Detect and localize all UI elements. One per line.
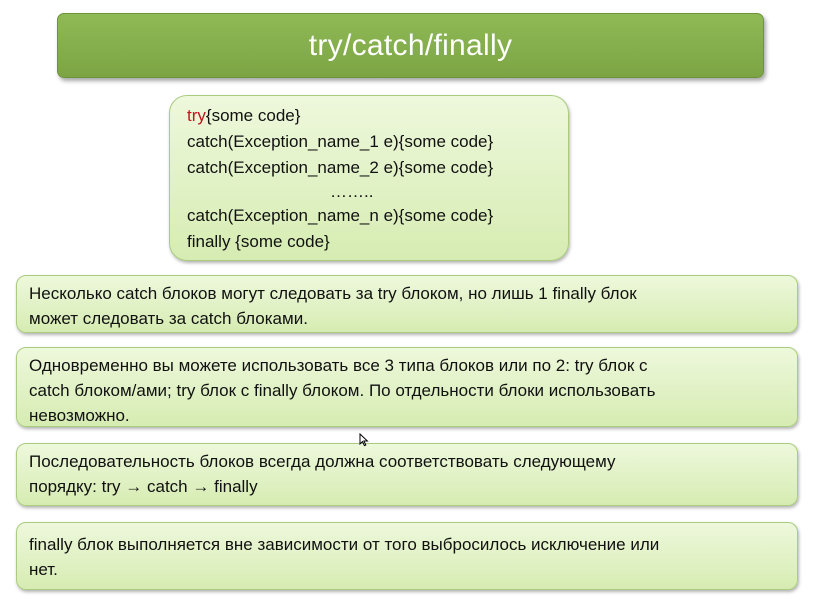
order-finally: finally: [214, 477, 258, 496]
note-line: Одновременно вы можете использовать все …: [29, 356, 648, 375]
arrow-right-icon: →: [125, 477, 143, 496]
title-banner: try/catch/finally: [57, 13, 764, 78]
code-line-try: try{some code}: [187, 103, 568, 129]
note-line: нет.: [29, 560, 58, 579]
note-line: может следовать за catch блоками.: [29, 309, 308, 328]
note-line: catch блоком/ами; try блок с finally бло…: [29, 381, 656, 400]
note-line: Несколько catch блоков могут следовать з…: [29, 284, 637, 303]
order-label: порядку:: [29, 477, 97, 496]
note-box-multiple-catch: Несколько catch блоков могут следовать з…: [16, 275, 798, 333]
code-line-catch-n: catch(Exception_name_n e){some code}: [187, 206, 494, 225]
note-box-finally-always: finally блок выполняется вне зависимости…: [16, 522, 798, 590]
try-keyword: try: [187, 106, 206, 125]
code-line-catch-2: catch(Exception_name_2 e){some code}: [187, 158, 494, 177]
note-line-order: порядку: try → catch → finally: [29, 474, 785, 499]
try-body: {some code}: [205, 106, 301, 125]
order-try: try: [101, 477, 121, 496]
note-line: finally блок выполняется вне зависимости…: [29, 535, 660, 554]
code-line-catch-1: catch(Exception_name_1 e){some code}: [187, 132, 494, 151]
code-block: try{some code} catch(Exception_name_1 e)…: [169, 95, 569, 261]
note-line: Последовательность блоков всегда должна …: [29, 452, 616, 471]
note-line: невозможно.: [29, 406, 130, 425]
code-line-finally: finally {some code}: [187, 232, 330, 251]
order-catch: catch: [147, 477, 188, 496]
mouse-pointer-icon: [359, 433, 369, 447]
note-box-block-combinations: Одновременно вы можете использовать все …: [16, 347, 798, 427]
code-line-ellipsis: ……..: [330, 182, 374, 201]
note-box-block-order: Последовательность блоков всегда должна …: [16, 443, 798, 506]
page-title: try/catch/finally: [308, 28, 513, 62]
arrow-right-icon: →: [192, 477, 210, 496]
